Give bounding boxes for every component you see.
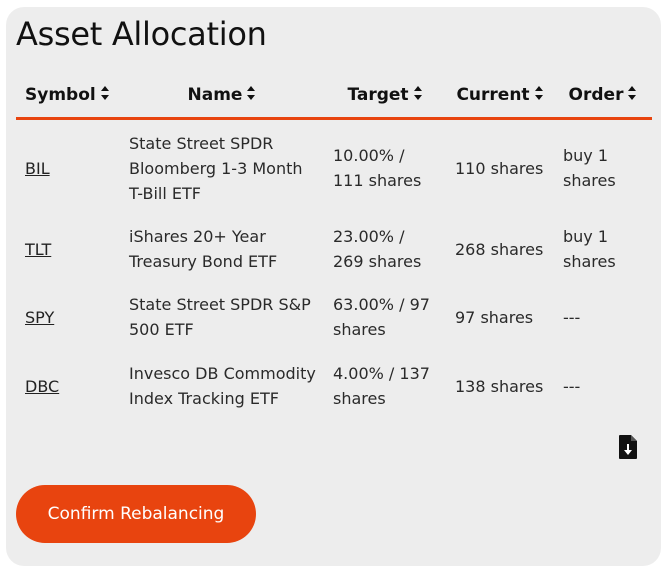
current-cell: 138 shares	[455, 376, 544, 396]
order-column-header[interactable]: Order	[554, 77, 652, 120]
symbol-cell: BIL	[16, 119, 120, 217]
file-download-icon[interactable]	[619, 435, 637, 459]
order-cell: buy 1 shares	[563, 227, 616, 271]
sort-arrows-icon[interactable]	[627, 85, 637, 101]
current-cell: 110 shares	[455, 158, 544, 178]
table-header-row: Symbol Name Target Current Order	[16, 77, 652, 120]
current-cell: 268 shares	[455, 239, 544, 259]
symbol-link[interactable]: DBC	[25, 377, 59, 396]
target-column-header[interactable]: Target	[324, 77, 446, 120]
name-cell: Invesco DB Commodity Index Tracking ETF	[129, 364, 316, 408]
current-cell: 97 shares	[455, 307, 534, 327]
target-header-label: Target	[347, 85, 409, 105]
symbol-link[interactable]: TLT	[25, 240, 51, 259]
symbol-cell: TLT	[16, 216, 120, 282]
target-cell: 4.00% / 137 shares	[333, 364, 430, 408]
symbol-cell: SPY	[16, 282, 120, 352]
card-title: Asset Allocation	[16, 15, 267, 53]
confirm-rebalancing-button[interactable]: Confirm Rebalancing	[16, 485, 256, 543]
table-row: BIL State Street SPDR Bloomberg 1-3 Mont…	[16, 119, 652, 217]
name-column-header[interactable]: Name	[120, 77, 324, 120]
current-column-header[interactable]: Current	[446, 77, 554, 120]
symbol-column-header[interactable]: Symbol	[16, 77, 120, 120]
target-cell: 10.00% / 111 shares	[333, 146, 422, 190]
symbol-cell: DBC	[16, 352, 120, 420]
name-cell: State Street SPDR Bloomberg 1-3 Month T-…	[129, 133, 303, 203]
order-header-label: Order	[568, 85, 624, 105]
table-row: SPY State Street SPDR S&P 500 ETF 63.00%…	[16, 282, 652, 352]
name-header-label: Name	[187, 85, 243, 105]
table-row: TLT iShares 20+ Year Treasury Bond ETF 2…	[16, 216, 652, 282]
sort-arrows-icon[interactable]	[413, 85, 423, 101]
sort-arrows-icon[interactable]	[534, 85, 544, 101]
symbol-header-label: Symbol	[25, 85, 96, 105]
name-cell: iShares 20+ Year Treasury Bond ETF	[129, 227, 278, 271]
order-cell: ---	[563, 307, 581, 327]
symbol-link[interactable]: SPY	[25, 308, 54, 327]
table-row: DBC Invesco DB Commodity Index Tracking …	[16, 352, 652, 420]
allocation-table: Symbol Name Target Current Order BIL Sta…	[16, 77, 652, 420]
current-header-label: Current	[456, 85, 530, 105]
sort-arrows-icon[interactable]	[246, 85, 256, 101]
name-cell: State Street SPDR S&P 500 ETF	[129, 295, 311, 339]
order-cell: ---	[563, 376, 581, 396]
target-cell: 23.00% / 269 shares	[333, 227, 422, 271]
order-cell: buy 1 shares	[563, 146, 616, 190]
asset-allocation-card: Asset Allocation Symbol Name Target Curr…	[6, 7, 661, 566]
sort-arrows-icon[interactable]	[100, 85, 110, 101]
target-cell: 63.00% / 97 shares	[333, 295, 430, 339]
symbol-link[interactable]: BIL	[25, 159, 50, 178]
